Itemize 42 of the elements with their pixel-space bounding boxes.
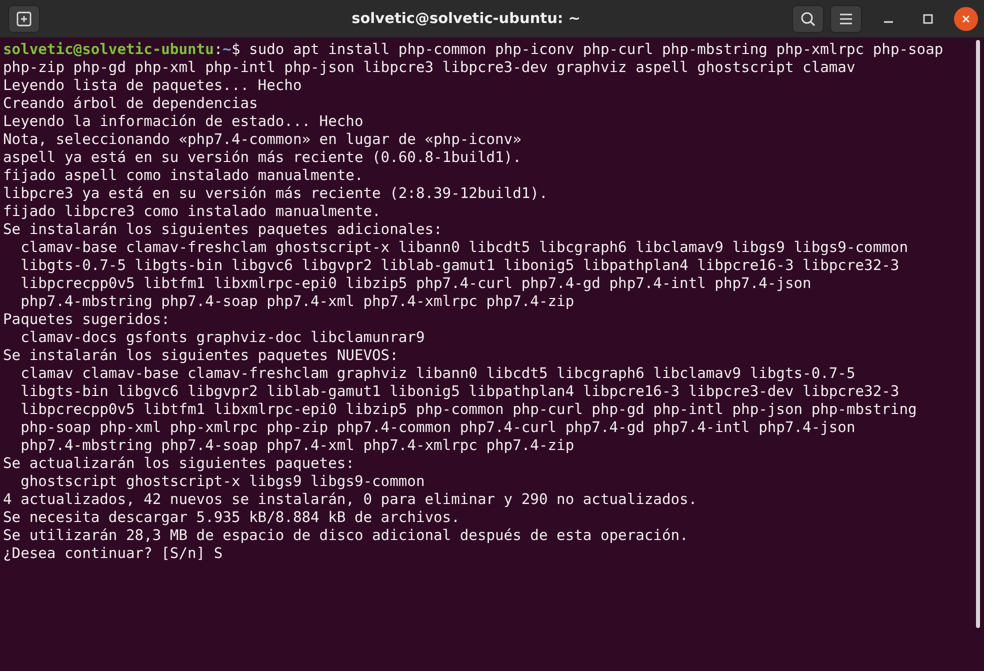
- terminal-line: clamav-docs gsfonts graphviz-doc libclamunrar9: [20, 329, 425, 346]
- window-title: solvetic@solvetic-ubuntu: ~: [350, 10, 582, 26]
- minimize-icon: [884, 21, 892, 23]
- shell-prompt: solvetic@solvetic-ubuntu:~$: [3, 41, 240, 58]
- close-icon: [961, 14, 971, 24]
- terminal-line: clamav clamav-base clamav-freshclam graphviz libann0 libcdt5 libcgraph6 libclamav9 libgts-0.7-5: [20, 365, 856, 382]
- command-text: sudo apt install php-common php-iconv php-curl php-mbstring php-xmlrpc php-soap: [249, 41, 944, 58]
- terminal-line: libgts-0.7-5 libgts-bin libgvc6 libgvpr2 liblab-gamut1 libonig5 libpathplan4 libpcre16-3 libpcre32-3: [20, 257, 900, 274]
- terminal-line: Se instalarán los siguientes paquetes adicionales:: [3, 221, 442, 238]
- terminal-line: Se instalarán los siguientes paquetes NUEVOS:: [3, 347, 398, 364]
- terminal-line: libpcre3 ya está en su versión más reciente (2:8.39-12build1).: [3, 185, 548, 202]
- terminal-line: Leyendo lista de paquetes... Hecho: [3, 77, 302, 94]
- terminal-line: libpcrecpp0v5 libtfm1 libxmlrpc-epi0 libzip5 php-common php-curl php-gd php-intl php-json php-mbstring: [20, 401, 917, 418]
- terminal-line: Se actualizarán los siguientes paquetes:: [3, 455, 354, 472]
- terminal-line: php-zip php-gd php-xml php-intl php-json libpcre3 libpcre3-dev graphviz aspell ghostscript clamav: [3, 59, 856, 76]
- new-tab-icon: [16, 10, 32, 26]
- terminal-line: fijado libpcre3 como instalado manualmente.: [3, 203, 381, 220]
- terminal-line: Paquetes sugeridos:: [3, 311, 170, 328]
- new-tab-button[interactable]: [8, 4, 40, 32]
- terminal-line: libgts-bin libgvc6 libgvpr2 liblab-gamut1 libonig5 libpathplan4 libpcre16-3 libpcre3-dev libpcre32-3: [20, 383, 900, 400]
- terminal-line: fijado aspell como instalado manualmente.: [3, 167, 364, 184]
- terminal-line: php-soap php-xml php-xmlrpc php-zip php7.4-common php7.4-curl php7.4-gd php7.4-intl php7.4-json: [20, 419, 856, 436]
- menu-icon: [839, 12, 853, 24]
- terminal-line: clamav-base clamav-freshclam ghostscript-x libann0 libcdt5 libcgraph6 libclamav9 libgs9 libgs9-common: [20, 239, 908, 256]
- scrollbar[interactable]: [976, 40, 980, 628]
- terminal-line: ghostscript ghostscript-x libgs9 libgs9-common: [20, 473, 425, 490]
- terminal-line: Se necesita descargar 5.935 kB/8.884 kB de archivos.: [3, 509, 460, 526]
- terminal-line: Creando árbol de dependencias: [3, 95, 258, 112]
- terminal-line: Leyendo la información de estado... Hecho: [3, 113, 364, 130]
- terminal-line: Se utilizarán 28,3 MB de espacio de disco adicional después de esta operación.: [3, 527, 688, 544]
- terminal-line: php7.4-mbstring php7.4-soap php7.4-xml php7.4-xmlrpc php7.4-zip: [20, 293, 574, 310]
- terminal-line: aspell ya está en su versión más reciente (0.60.8-1build1).: [3, 149, 522, 166]
- terminal-line: php7.4-mbstring php7.4-soap php7.4-xml php7.4-xmlrpc php7.4-zip: [20, 437, 574, 454]
- terminal-line: ¿Desea continuar? [S/n] S: [3, 545, 223, 562]
- terminal-line: libpcrecpp0v5 libtfm1 libxmlrpc-epi0 libzip5 php7.4-curl php7.4-gd php7.4-intl php7.4-json: [20, 275, 812, 292]
- maximize-icon: [923, 14, 933, 24]
- close-button[interactable]: [954, 6, 978, 30]
- menu-button[interactable]: [830, 4, 862, 32]
- terminal-line: 4 actualizados, 42 nuevos se instalarán, 0 para eliminar y 290 no actualizados.: [3, 491, 698, 508]
- search-button[interactable]: [792, 4, 824, 32]
- terminal-line: Nota, seleccionando «php7.4-common» en lugar de «php-iconv»: [3, 131, 522, 148]
- search-icon: [800, 10, 816, 26]
